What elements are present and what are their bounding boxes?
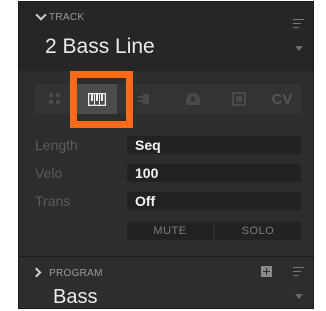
midi-plug-button[interactable] [125,84,165,114]
track-name[interactable]: 2 Bass Line [45,35,155,59]
grid-pads-icon [49,93,60,104]
length-field[interactable]: Seq [127,136,301,154]
controller-button[interactable] [173,84,213,114]
menu-lines-icon[interactable] [293,267,304,276]
trans-label: Trans [35,193,71,209]
piano-keys-button[interactable] [77,84,117,114]
solo-button[interactable]: SOLO [215,222,301,240]
velo-field[interactable]: 100 [127,164,301,182]
menu-lines-icon[interactable] [293,19,304,28]
piano-keys-icon [88,92,106,106]
controller-icon [186,93,200,105]
track-type-icon-bar: CV [35,84,301,114]
trans-value: Off [135,193,156,209]
chevron-down-icon[interactable] [35,9,47,21]
track-inspector-panel: TRACK 2 Bass Line CV Length Seq Velo 100… [18,1,314,309]
length-value: Seq [135,137,161,153]
velo-value: 100 [135,165,159,181]
track-section-label: TRACK [49,12,85,23]
track-header[interactable]: TRACK 2 Bass Line [19,2,313,71]
grid-pads-button[interactable] [35,84,75,114]
square-button[interactable] [219,84,259,114]
triangle-down-icon[interactable] [295,294,303,299]
square-icon [232,92,246,106]
program-section-label: PROGRAM [49,268,103,279]
mute-button[interactable]: MUTE [127,222,213,240]
midi-plug-icon [138,94,149,104]
trans-field[interactable]: Off [127,192,301,210]
chevron-right-icon[interactable] [31,267,42,278]
cv-button[interactable]: CV [263,84,301,114]
cv-icon: CV [271,90,293,108]
program-name[interactable]: Bass [53,286,97,308]
triangle-down-icon[interactable] [295,46,303,51]
program-divider [19,256,313,257]
length-label: Length [35,137,78,153]
velo-label: Velo [35,165,63,181]
plus-icon[interactable] [261,266,272,277]
